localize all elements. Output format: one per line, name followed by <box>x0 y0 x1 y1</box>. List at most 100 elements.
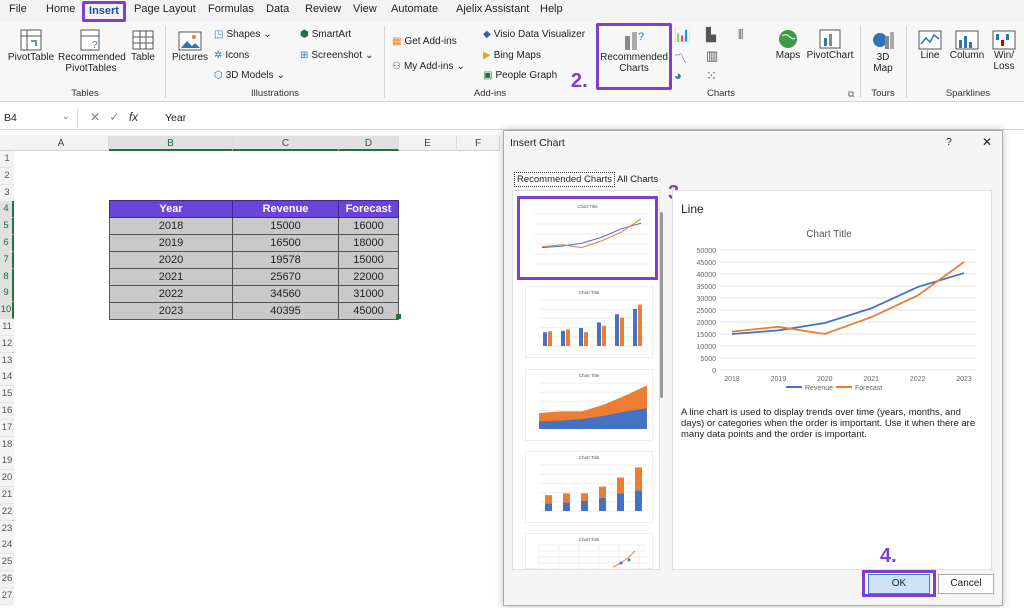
row-header[interactable]: 11 <box>0 319 14 336</box>
pie-chart-button[interactable]: ◕ <box>674 68 682 83</box>
get-addins-button[interactable]: ▦ Get Add-ins <box>392 36 457 47</box>
menu-view[interactable]: View <box>353 3 377 15</box>
close-icon[interactable]: ✕ <box>982 135 992 149</box>
row-header[interactable]: 24 <box>0 537 14 555</box>
statistic-chart-button[interactable]: ▥ <box>706 48 718 64</box>
fill-handle[interactable] <box>396 314 401 319</box>
screenshot-button[interactable]: ⊞ Screenshot ⌄ <box>300 50 373 61</box>
column-header-d[interactable]: D <box>339 136 399 151</box>
icons-button[interactable]: ✲ Icons <box>214 50 249 61</box>
row-header[interactable]: 17 <box>0 419 14 437</box>
table-cell[interactable]: 15000 <box>338 251 399 269</box>
fx-icon[interactable]: fx <box>129 110 138 124</box>
column-chart-button[interactable]: 📊 <box>674 27 690 43</box>
sparkline-line-button[interactable]: Line <box>914 30 946 61</box>
row-header[interactable]: 15 <box>0 386 14 404</box>
dialog-launcher-icon[interactable]: ⧉ <box>848 89 854 100</box>
row-header[interactable]: 12 <box>0 335 14 353</box>
thumbnail-clustered-column-chart[interactable]: Chart Title <box>525 286 653 358</box>
table-cell[interactable]: 18000 <box>338 234 399 252</box>
row-header[interactable]: 7 <box>0 251 14 269</box>
table-cell[interactable]: 40395 <box>232 302 339 320</box>
thumbnail-scatter-chart[interactable]: Chart Title <box>525 533 653 569</box>
row-header[interactable]: 21 <box>0 487 14 504</box>
tab-recommended-charts[interactable]: Recommended Charts <box>514 172 616 187</box>
sparkline-column-button[interactable]: Column <box>948 30 986 61</box>
shapes-button[interactable]: ◳ Shapes ⌄ <box>214 29 272 40</box>
thumbnail-scrollbar[interactable] <box>660 212 663 398</box>
my-addins-button[interactable]: ⚇ My Add-ins ⌄ <box>392 61 465 72</box>
row-header[interactable]: 27 <box>0 587 14 605</box>
row-header[interactable]: 6 <box>0 235 14 252</box>
row-header[interactable]: 25 <box>0 554 14 572</box>
table-cell[interactable]: 2022 <box>109 285 233 303</box>
table-cell[interactable]: 31000 <box>338 285 399 303</box>
waterfall-chart-button[interactable]: ⫴ <box>738 27 743 43</box>
pivottable-button[interactable]: PivotTable <box>6 28 56 63</box>
table-cell[interactable]: 34560 <box>232 285 339 303</box>
thumbnail-stacked-area-chart[interactable]: Chart Title <box>525 369 653 441</box>
menu-ajelix[interactable]: Ajelix Assistant <box>456 3 529 15</box>
menu-automate[interactable]: Automate <box>391 3 438 15</box>
column-header-e[interactable]: E <box>399 136 457 151</box>
row-header[interactable]: 8 <box>0 268 14 286</box>
row-header[interactable]: 18 <box>0 436 14 454</box>
row-header[interactable]: 22 <box>0 503 14 521</box>
row-header[interactable]: 16 <box>0 403 14 420</box>
table-cell[interactable]: 16500 <box>232 234 339 252</box>
3d-models-button[interactable]: ⬡ 3D Models ⌄ <box>214 70 285 81</box>
confirm-entry-icon[interactable]: ✓ <box>109 110 119 124</box>
column-header-f[interactable]: F <box>457 136 500 151</box>
menu-help[interactable]: Help <box>540 3 563 15</box>
menu-insert[interactable]: Insert <box>82 1 126 22</box>
formula-input[interactable]: Year <box>165 112 186 124</box>
row-header[interactable]: 20 <box>0 470 14 488</box>
row-header[interactable]: 9 <box>0 285 14 303</box>
table-cell[interactable]: 15000 <box>232 217 339 235</box>
smartart-button[interactable]: ⬢ SmartArt <box>300 29 351 40</box>
visio-button[interactable]: ◆ Visio Data Visualizer <box>483 29 585 40</box>
row-header[interactable]: 26 <box>0 571 14 588</box>
table-header-revenue[interactable]: Revenue <box>232 200 339 218</box>
recommended-pivottables-button[interactable]: ? Recommended PivotTables <box>58 28 126 74</box>
line-chart-button[interactable]: 〽 <box>674 48 687 67</box>
column-header-c[interactable]: C <box>233 136 339 151</box>
tab-all-charts[interactable]: All Charts <box>617 174 658 185</box>
row-header[interactable]: 2 <box>0 167 14 185</box>
menu-home[interactable]: Home <box>46 3 75 15</box>
table-cell[interactable]: 16000 <box>338 217 399 235</box>
table-cell[interactable]: 2023 <box>109 302 233 320</box>
row-header[interactable]: 3 <box>0 184 14 202</box>
row-header[interactable]: 13 <box>0 352 14 370</box>
table-header-year[interactable]: Year <box>109 200 233 218</box>
row-header[interactable]: 4 <box>0 201 14 219</box>
row-header[interactable]: 14 <box>0 369 14 387</box>
row-header[interactable]: 1 <box>0 151 14 168</box>
menu-file[interactable]: File <box>9 3 27 15</box>
chevron-down-icon[interactable]: ⌄ <box>62 111 70 122</box>
table-cell[interactable]: 45000 <box>338 302 399 320</box>
scatter-chart-button[interactable]: ⁙ <box>706 68 717 84</box>
hierarchy-chart-button[interactable]: ▙ <box>706 27 716 43</box>
table-cell[interactable]: 2019 <box>109 234 233 252</box>
pictures-button[interactable]: Pictures <box>170 30 210 63</box>
table-cell[interactable]: 22000 <box>338 268 399 286</box>
row-header[interactable]: 5 <box>0 218 14 236</box>
row-header[interactable]: 23 <box>0 520 14 538</box>
table-cell[interactable]: 2020 <box>109 251 233 269</box>
thumbnail-stacked-column-chart[interactable]: Chart Title <box>525 451 653 523</box>
recommended-charts-button[interactable]: ? Recommended Charts <box>600 28 668 74</box>
menu-page-layout[interactable]: Page Layout <box>134 3 196 15</box>
row-header[interactable]: 19 <box>0 453 14 471</box>
menu-data[interactable]: Data <box>266 3 289 15</box>
row-header[interactable]: 10 <box>0 302 14 320</box>
table-cell[interactable]: 25670 <box>232 268 339 286</box>
table-cell[interactable]: 2018 <box>109 217 233 235</box>
column-header-a[interactable]: A <box>14 136 109 151</box>
menu-formulas[interactable]: Formulas <box>208 3 254 15</box>
pivotchart-button[interactable]: PivotChart <box>806 28 854 61</box>
maps-button[interactable]: Maps <box>772 28 804 61</box>
table-cell[interactable]: 19578 <box>232 251 339 269</box>
sparkline-winloss-button[interactable]: Win/Loss <box>988 30 1020 72</box>
cancel-entry-icon[interactable]: ✕ <box>90 110 100 124</box>
